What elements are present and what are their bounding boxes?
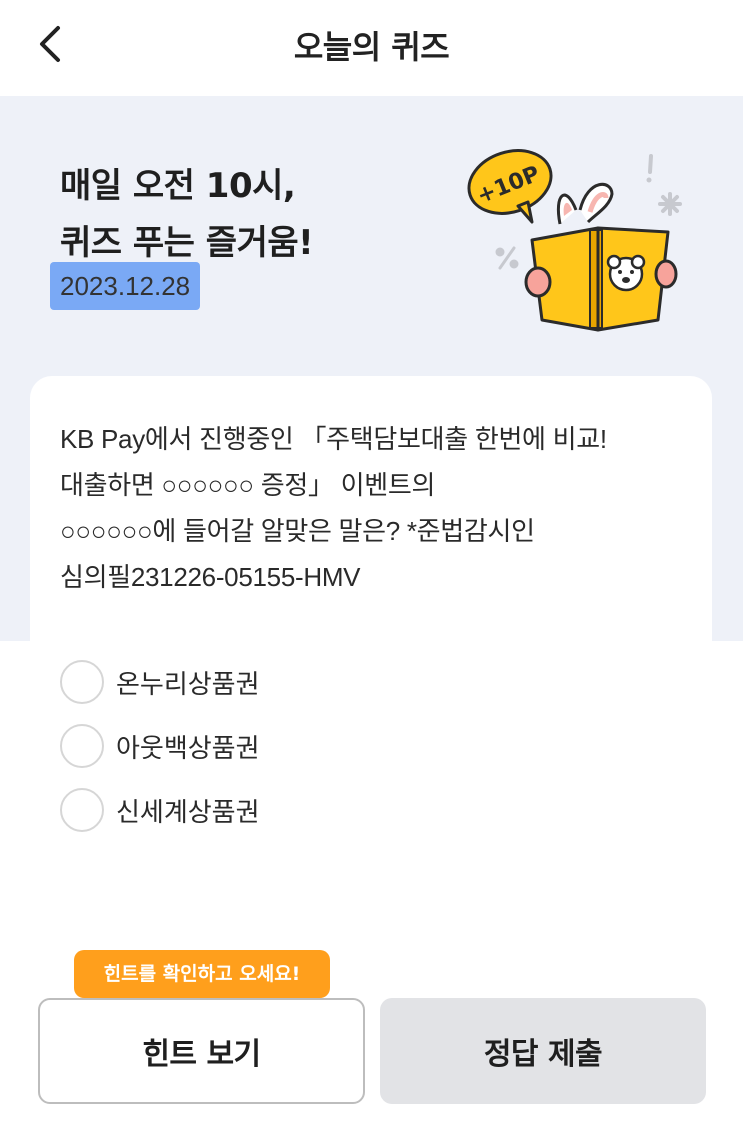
quiz-date: 2023.12.28 bbox=[50, 262, 201, 310]
hint-button[interactable]: 힌트 보기 bbox=[38, 998, 365, 1104]
question-line: 심의필231226-05155-HMV bbox=[60, 562, 361, 592]
answer-option-2[interactable]: 아웃백상품권 bbox=[60, 714, 260, 778]
radio-button[interactable] bbox=[60, 660, 104, 704]
hint-tooltip: 힌트를 확인하고 오세요! bbox=[74, 950, 330, 998]
quiz-question: KB Pay에서 진행중인 「주택담보대출 한번에 비교! 대출하면 ○○○○○… bbox=[60, 416, 700, 600]
rabbit-reading-book-illustration: +10P bbox=[467, 149, 682, 332]
submit-answer-button[interactable]: 정답 제출 bbox=[380, 998, 706, 1104]
answer-option-label: 아웃백상품권 bbox=[116, 732, 260, 763]
answer-option-3[interactable]: 신세계상품권 bbox=[60, 778, 260, 842]
answer-options: 온누리상품권 아웃백상품권 신세계상품권 bbox=[60, 650, 260, 842]
hero-title: 매일 오전 10시, 퀴즈 푸는 즐거움! bbox=[60, 158, 314, 272]
question-line: KB Pay에서 진행중인 「주택담보대출 한번에 비교! bbox=[60, 424, 607, 454]
radio-button[interactable] bbox=[60, 788, 104, 832]
answer-option-label: 신세계상품권 bbox=[116, 796, 260, 827]
answer-option-1[interactable]: 온누리상품권 bbox=[60, 650, 260, 714]
question-line: 대출하면 ○○○○○○ 증정」 이벤트의 bbox=[60, 470, 436, 500]
header-bar: 오늘의 퀴즈 bbox=[0, 0, 743, 96]
points-badge-icon: +10P bbox=[467, 149, 553, 224]
quiz-card: KB Pay에서 진행중인 「주택담보대출 한번에 비교! 대출하면 ○○○○○… bbox=[30, 376, 712, 666]
page-title: 오늘의 퀴즈 bbox=[293, 28, 450, 66]
answer-option-label: 온누리상품권 bbox=[116, 668, 260, 699]
hero-title-line-1: 매일 오전 10시, bbox=[60, 166, 296, 206]
radio-button[interactable] bbox=[60, 724, 104, 768]
question-line: ○○○○○○에 들어갈 알맞은 말은? *준법감시인 bbox=[60, 516, 535, 546]
